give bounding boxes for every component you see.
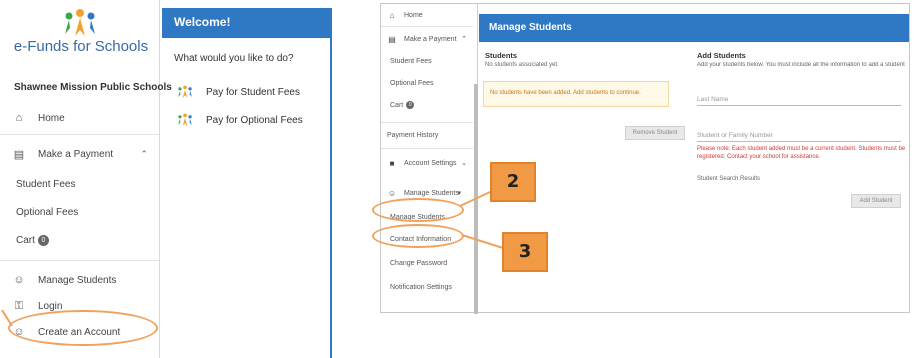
key-icon: ⚿ [14, 299, 24, 312]
home-icon: ⌂ [389, 10, 395, 20]
nav-account-settings[interactable]: ■ Account Settings ⌄ [381, 154, 473, 172]
add-students-section-title: Add Students [697, 51, 746, 60]
add-students-subtitle: Add your students below. You must includ… [697, 62, 905, 68]
highlight-create-account [8, 310, 158, 346]
people-icon: ☺ [13, 274, 25, 286]
brand-name: e-Funds for Schools [13, 38, 149, 55]
cart-count-badge: 0 [406, 101, 415, 109]
settings-icon: ■ [389, 158, 395, 168]
highlight-manage-students-sub [372, 224, 464, 248]
nav-cart[interactable]: Cart 0 [381, 96, 473, 114]
chevron-up-icon: ⌃ [140, 148, 148, 159]
nav-make-payment[interactable]: ▤ Make a Payment ⌃ [381, 30, 473, 48]
sidebar-scrollbar[interactable] [474, 84, 478, 314]
left-screenshot: e-Funds for Schools Shawnee Mission Publ… [0, 0, 332, 358]
welcome-header: Welcome! [162, 8, 332, 38]
nav-home[interactable]: ⌂ Home [381, 6, 473, 24]
nav-home[interactable]: ⌂ Home [0, 104, 160, 132]
add-student-button[interactable]: Add Student [851, 194, 901, 208]
nav-student-fees[interactable]: Student Fees [381, 52, 473, 70]
chevron-down-icon: ⌄ [461, 160, 467, 167]
pay-student-fees-link[interactable]: Pay for Student Fees [174, 84, 300, 100]
home-icon: ⌂ [15, 112, 23, 124]
page-title: Manage Students [479, 14, 909, 42]
callout-2: 2 [490, 162, 536, 202]
nav-make-payment[interactable]: ▤ Make a Payment ⌃ [0, 140, 160, 168]
divider [381, 148, 473, 149]
people-icon: ☺ [387, 188, 397, 198]
nav-notification-settings[interactable]: Notification Settings [381, 278, 473, 296]
remove-student-button[interactable]: Remove Student [625, 126, 685, 140]
chevron-down-icon: ▾ [457, 190, 461, 197]
nav-optional-fees[interactable]: Optional Fees [381, 74, 473, 92]
divider [381, 26, 473, 27]
nav-cart[interactable]: Cart 0 [0, 226, 160, 254]
no-students-note: No students have been added. Add student… [483, 81, 669, 107]
last-name-input[interactable]: Last Name [697, 96, 901, 106]
nav-change-password[interactable]: Change Password [381, 254, 473, 272]
efunds-logo-icon [178, 85, 192, 98]
divider [0, 134, 160, 135]
divider [381, 122, 473, 123]
efunds-logo-icon [65, 9, 95, 36]
left-sidebar: e-Funds for Schools Shawnee Mission Publ… [0, 0, 172, 358]
nav-payment-history[interactable]: Payment History [381, 126, 473, 144]
nav-optional-fees[interactable]: Optional Fees [0, 198, 160, 226]
frame-border [330, 30, 332, 358]
pay-optional-fees-link[interactable]: Pay for Optional Fees [174, 112, 303, 128]
right-sidebar: ⌂ Home ▤ Make a Payment ⌃ Student Fees O… [381, 4, 478, 312]
payment-icon: ▤ [388, 34, 396, 44]
nav-student-fees[interactable]: Student Fees [0, 170, 160, 198]
search-results-label: Student Search Results [697, 176, 761, 182]
highlight-manage-students [372, 198, 464, 222]
chevron-up-icon: ⌃ [461, 36, 467, 43]
callout-3: 3 [502, 232, 548, 272]
welcome-question: What would you like to do? [174, 53, 294, 64]
student-warning-text: Please note: Each student added must be … [697, 146, 906, 160]
nav-manage-students[interactable]: ☺ Manage Students [0, 266, 160, 294]
students-subtitle: No students associated yet. [485, 62, 559, 68]
efunds-logo-icon [178, 113, 192, 126]
divider [0, 260, 160, 261]
students-section-title: Students [485, 51, 518, 60]
cart-count-badge: 0 [37, 234, 49, 246]
district-name: Shawnee Mission Public Schools [14, 82, 172, 93]
payment-icon: ▤ [13, 148, 25, 161]
student-id-input[interactable]: Student or Family Number [697, 132, 901, 142]
right-screenshot: ⌂ Home ▤ Make a Payment ⌃ Student Fees O… [380, 3, 910, 314]
